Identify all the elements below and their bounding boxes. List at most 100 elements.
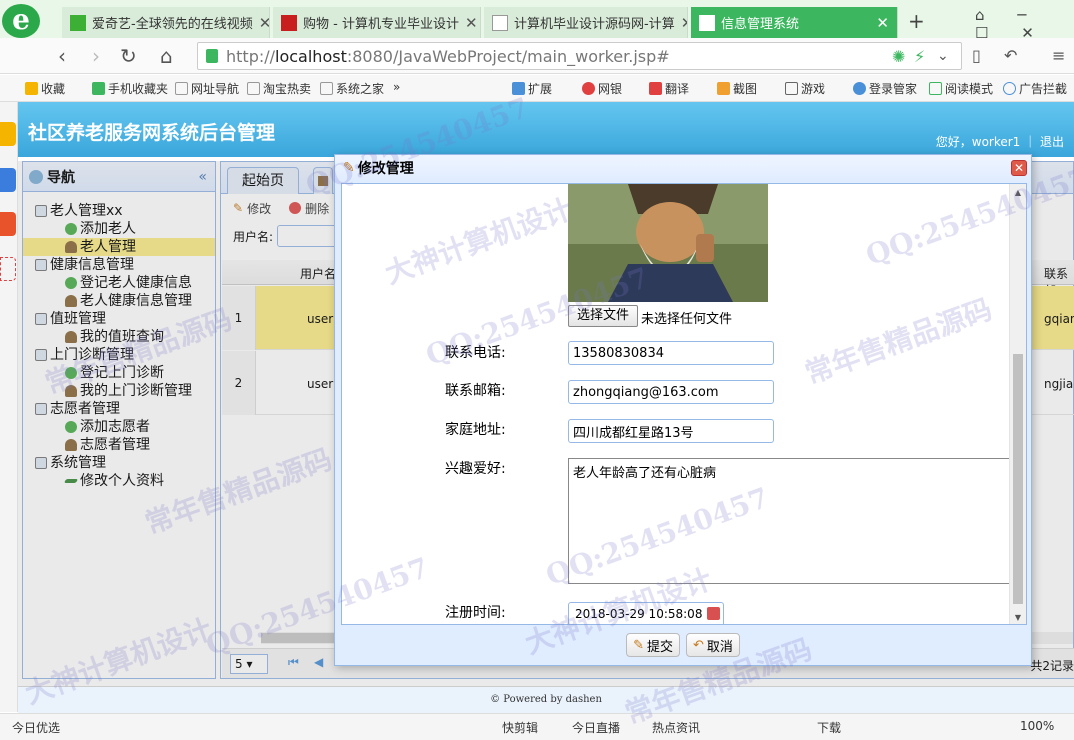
toolbar-label: 游戏 — [801, 82, 826, 96]
hobby-textarea[interactable]: 老人年龄高了还有心脏病 — [568, 458, 1011, 584]
status-item[interactable]: 今日直播 — [572, 719, 620, 736]
dialog-title: 修改管理 — [357, 161, 414, 177]
browser-tab[interactable]: 爱奇艺-全球领先的在线视频 ✕ — [62, 7, 270, 38]
email-input[interactable] — [568, 380, 774, 404]
bank-icon — [582, 82, 595, 95]
hobby-label: 兴趣爱好: — [445, 461, 506, 477]
close-tab-icon[interactable]: ✕ — [675, 14, 687, 32]
reload-icon[interactable]: ↻ — [120, 44, 137, 68]
regtime-input[interactable]: 2018-03-29 10:58:08 — [568, 602, 724, 624]
url-prefix: http:// — [226, 46, 276, 66]
toolbar-label: 广告拦截 — [1019, 82, 1068, 96]
browser-tab[interactable]: 计算机毕业设计源码网-计算 ✕ — [484, 7, 688, 38]
tab-label: 计算机毕业设计源码网-计算 — [514, 17, 675, 32]
dialog-close-button[interactable]: ✕ — [1011, 160, 1027, 176]
side-dock — [0, 102, 18, 712]
user-info: 您好，worker1 ｜ 退出 — [936, 133, 1064, 150]
dialog-header: ✎ 修改管理 — [335, 155, 1031, 181]
pencil-icon: ✎ — [633, 637, 644, 653]
edit-icon: ✎ — [343, 160, 355, 176]
address-label: 家庭地址: — [445, 422, 506, 438]
status-item[interactable]: 今日优选 — [12, 719, 60, 736]
url-input[interactable]: http://localhost:8080/JavaWebProject/mai… — [197, 42, 962, 70]
toolbar-item[interactable]: 扩展 — [512, 80, 552, 97]
close-tab-icon[interactable]: ✕ — [459, 14, 478, 32]
shop-favicon-icon — [281, 14, 297, 31]
menu-icon[interactable]: ≡ — [1052, 46, 1065, 65]
greeting-text: 您好，worker1 — [935, 135, 1021, 149]
extension-icon[interactable]: ✺ — [892, 47, 905, 66]
toolbar-label: 截图 — [733, 82, 758, 96]
zoom-level[interactable]: 100% — [1020, 719, 1054, 733]
toolbar-label: 登录管家 — [869, 82, 918, 96]
home-icon[interactable]: ⌂ — [160, 44, 173, 68]
book-icon — [929, 82, 942, 95]
bookmark-label: 系统之家 — [336, 82, 385, 96]
address-input[interactable] — [568, 419, 774, 443]
bookmark-item[interactable]: 手机收藏夹 — [92, 80, 168, 97]
weibo-icon[interactable] — [0, 212, 16, 236]
new-tab-button[interactable]: + — [908, 9, 925, 33]
mail-icon[interactable] — [0, 257, 16, 281]
browser-logo-icon: e — [2, 4, 40, 38]
toolbar-item[interactable]: 广告拦截 — [1003, 80, 1067, 97]
favorites-star-icon[interactable] — [0, 122, 16, 146]
reader-icon[interactable]: ▯ — [972, 46, 981, 65]
browser-tab[interactable]: 购物 - 计算机专业毕业设计 ✕ — [273, 7, 481, 38]
lightning-icon[interactable]: ⚡ — [914, 47, 925, 66]
news-icon[interactable] — [0, 168, 16, 192]
regtime-value: 2018-03-29 10:58:08 — [575, 607, 703, 621]
dropdown-icon[interactable]: ⌄ — [937, 48, 949, 64]
footer-text: Powered by dashen — [503, 694, 602, 705]
iqiyi-favicon-icon — [70, 14, 86, 31]
scrollbar-thumb[interactable] — [1013, 354, 1023, 604]
secure-shield-icon — [206, 49, 218, 63]
submit-button[interactable]: ✎ 提交 — [626, 633, 680, 657]
dialog-scrollbar[interactable]: ▲ ▼ — [1009, 184, 1026, 624]
close-tab-icon[interactable]: ✕ — [253, 14, 269, 32]
browser-tab-active[interactable]: 信息管理系统 ✕ — [691, 7, 898, 38]
close-tab-icon[interactable]: ✕ — [870, 14, 889, 32]
calendar-icon[interactable] — [707, 607, 720, 620]
url-host: localhost — [275, 46, 347, 66]
mobile-icon — [92, 82, 105, 95]
browser-tab-bar: e 爱奇艺-全球领先的在线视频 ✕ 购物 - 计算机专业毕业设计 ✕ 计算机毕业… — [0, 0, 1074, 42]
cancel-button[interactable]: ↶ 取消 — [686, 633, 740, 657]
toolbar-item[interactable]: 截图 — [717, 80, 757, 97]
bookmark-item[interactable]: 系统之家 — [320, 80, 384, 97]
address-bar: ‹ › ↻ ⌂ http://localhost:8080/JavaWebPro… — [0, 38, 1074, 74]
more-bookmarks[interactable]: » — [393, 80, 400, 94]
status-item[interactable]: 快剪辑 — [502, 719, 538, 736]
status-item[interactable]: 热点资讯 — [652, 719, 700, 736]
phone-input[interactable] — [568, 341, 774, 365]
toolbar-item[interactable]: 翻译 — [649, 80, 689, 97]
scroll-down-icon[interactable]: ▼ — [1010, 613, 1026, 622]
toolbar-item[interactable]: 网银 — [582, 80, 622, 97]
bookmark-item[interactable]: 收藏 — [25, 80, 65, 97]
toolbar-item[interactable]: 登录管家 — [853, 80, 917, 97]
forward-icon[interactable]: › — [92, 44, 100, 68]
logout-link[interactable]: 退出 — [1040, 135, 1064, 149]
choose-file-button[interactable]: 选择文件 — [568, 305, 639, 327]
tab-label: 爱奇艺-全球领先的在线视频 — [92, 17, 253, 32]
cancel-label: 取消 — [706, 639, 733, 655]
toolbar-item[interactable]: 游戏 — [785, 80, 825, 97]
status-item[interactable]: 下载 — [817, 719, 841, 736]
toolbar-label: 翻译 — [665, 82, 690, 96]
app-footer: © Powered by dashen — [18, 686, 1074, 713]
browser-status-bar: 今日优选 快剪辑 今日直播 热点资讯 下载 100% — [0, 713, 1074, 740]
toolbar-item[interactable]: 阅读模式 — [929, 80, 993, 97]
toolbar-label: 阅读模式 — [945, 82, 994, 96]
scroll-up-icon[interactable]: ▲ — [1010, 188, 1026, 197]
bookmark-label: 手机收藏夹 — [108, 82, 169, 96]
phone-label: 联系电话: — [445, 345, 506, 361]
bookmark-item[interactable]: 淘宝热卖 — [247, 80, 311, 97]
screenshot-icon — [717, 82, 730, 95]
undo-icon[interactable]: ↶ — [1004, 46, 1017, 65]
bookmark-item[interactable]: 网址导航 — [175, 80, 239, 97]
dialog-buttons: ✎ 提交 ↶ 取消 — [335, 625, 1031, 665]
window-controls: ⌂ ─ ☐ ✕ — [975, 6, 1048, 42]
email-label: 联系邮箱: — [445, 383, 506, 399]
toolbar-label: 扩展 — [528, 82, 553, 96]
back-icon[interactable]: ‹ — [58, 44, 66, 68]
